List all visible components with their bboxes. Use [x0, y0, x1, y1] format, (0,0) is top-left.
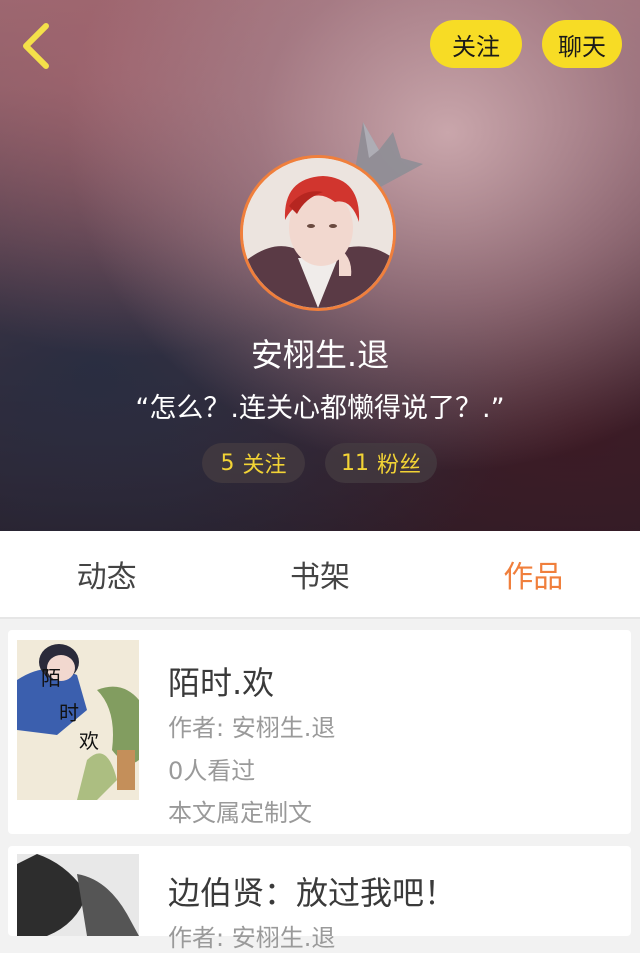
cover-char-3: 欢 [79, 729, 99, 753]
following-label: 关注 [242, 453, 287, 478]
chevron-left-icon [23, 23, 49, 69]
back-button[interactable] [14, 20, 58, 72]
username: 安栩生.退 [250, 336, 390, 374]
work-card[interactable]: 边伯贤：放过我吧！ 作者: 安栩生.退 [8, 846, 631, 952]
work-title: 边伯贤：放过我吧！ [168, 874, 457, 912]
follow-button[interactable]: 关注 [430, 20, 522, 68]
cover-char-2: 时 [59, 701, 79, 725]
avatar[interactable] [240, 155, 396, 311]
work-card[interactable]: 陌 时 欢 陌时.欢 作者: 安栩生.退 0人看过 本文属定制文 [8, 630, 631, 834]
avatar-image [243, 158, 393, 308]
fans-stat[interactable]: 11 粉丝 [325, 443, 437, 483]
work-views: 0人看过 [168, 757, 256, 785]
following-count: 5 [220, 450, 235, 476]
tab-works[interactable]: 作品 [427, 531, 640, 617]
book-cover: 陌 时 欢 [17, 640, 139, 800]
fans-label: 粉丝 [376, 453, 421, 478]
profile-tabs: 动态 书架 作品 [0, 531, 640, 619]
tab-bookshelf[interactable]: 书架 [213, 531, 426, 617]
work-author: 作者: 安栩生.退 [168, 714, 336, 742]
following-stat[interactable]: 5 关注 [202, 443, 305, 483]
profile-header: 关注 聊天 安栩生.退 “怎么？.连关心都懒得说了？.” 5 关注 11 粉丝 [0, 0, 640, 531]
signature: “怎么？.连关心都懒得说了？.” [135, 393, 505, 424]
chat-button[interactable]: 聊天 [542, 20, 622, 68]
work-title: 陌时.欢 [168, 664, 275, 702]
work-author: 作者: 安栩生.退 [168, 924, 336, 952]
tab-moments[interactable]: 动态 [0, 531, 213, 617]
cover-char-1: 陌 [41, 666, 61, 690]
fans-count: 11 [340, 450, 369, 476]
work-tag: 本文属定制文 [168, 799, 312, 827]
